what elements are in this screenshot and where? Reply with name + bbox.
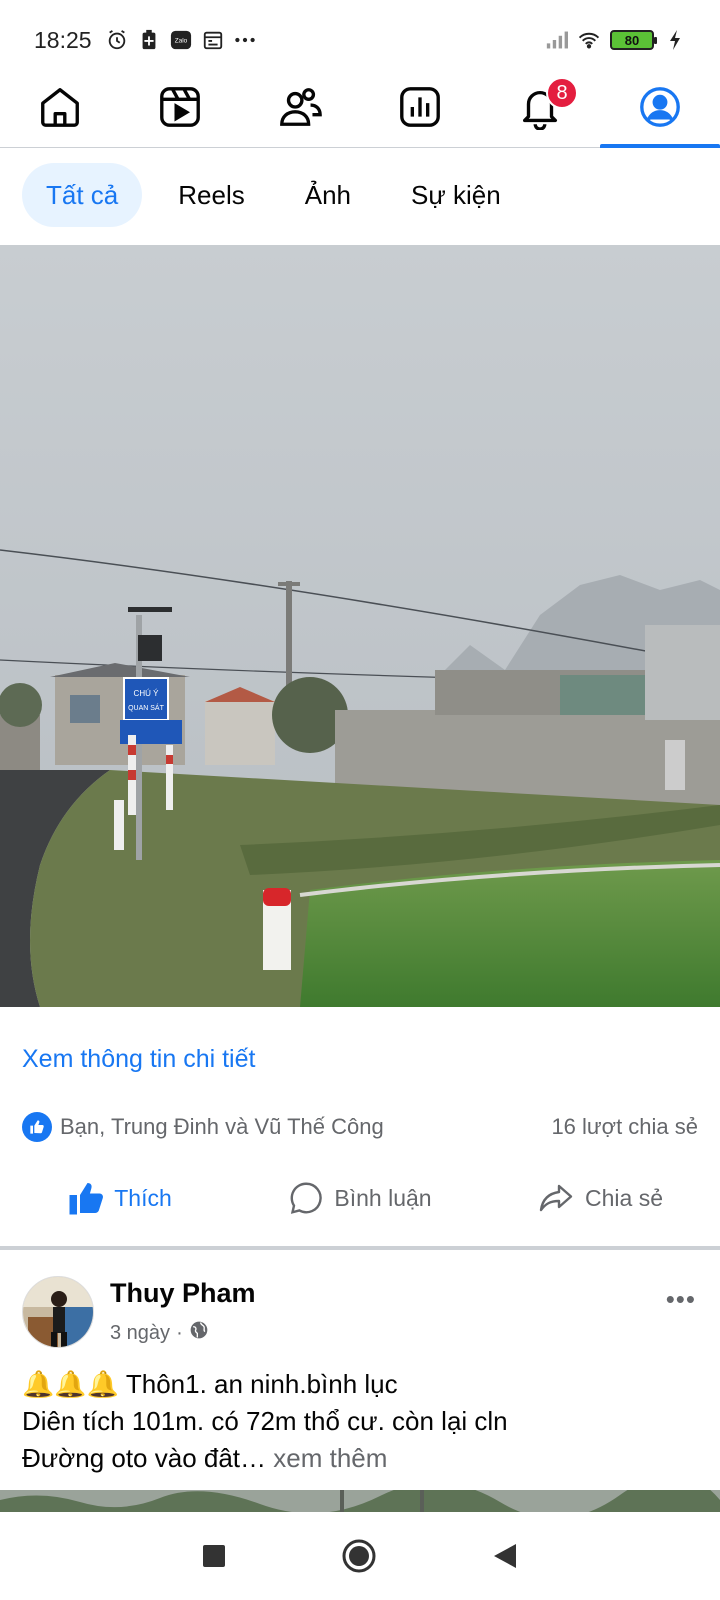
comment-label: Bình luận <box>334 1184 432 1211</box>
charging-icon <box>664 29 686 51</box>
battery-saver-icon <box>138 29 160 51</box>
friends-icon <box>280 88 322 126</box>
recents-button[interactable] <box>202 1544 226 1568</box>
sign-text-2: QUAN SÁT <box>128 703 165 712</box>
home-icon <box>41 88 79 127</box>
circle-home-icon <box>342 1539 376 1573</box>
reactions-text[interactable]: Bạn, Trung Đinh và Vũ Thế Công <box>60 1114 384 1140</box>
like-label: Thích <box>114 1184 172 1211</box>
home-button[interactable] <box>342 1539 376 1573</box>
dashboard-icon <box>400 87 440 127</box>
status-time: 18:25 <box>34 26 92 53</box>
thumbs-up-icon <box>69 1183 104 1215</box>
chip-photos[interactable]: Ảnh <box>281 163 375 227</box>
back-button[interactable] <box>492 1542 518 1570</box>
nav-home[interactable] <box>0 80 120 147</box>
square-icon <box>203 1545 225 1567</box>
comment-button[interactable]: Bình luận <box>240 1178 480 1246</box>
chip-all[interactable]: Tất cả <box>22 163 143 227</box>
post-actions: Thích Bình luận Chia sẻ <box>0 1178 720 1250</box>
globe-icon <box>189 1320 209 1346</box>
share-button[interactable]: Chia sẻ <box>480 1178 720 1246</box>
more-icon <box>234 29 256 51</box>
battery-indicator: 80 <box>610 30 657 50</box>
profile-icon <box>640 87 680 127</box>
nav-friends[interactable] <box>240 80 360 147</box>
post-photo[interactable]: CHÚ Ý QUAN SÁT <box>0 245 720 1007</box>
meta-separator: · <box>176 1321 183 1344</box>
wifi-icon <box>578 29 600 51</box>
post-meta: 3 ngày · <box>110 1320 209 1346</box>
nav-profile[interactable] <box>600 80 720 148</box>
nav-reels[interactable] <box>120 80 240 147</box>
shares-count[interactable]: 16 lượt chia sẻ <box>551 1114 698 1140</box>
avatar[interactable] <box>22 1276 94 1348</box>
signal-icon <box>546 29 568 51</box>
see-more-link[interactable]: xem thêm <box>273 1443 387 1473</box>
share-icon <box>539 1184 573 1212</box>
notification-badge: 8 <box>546 77 578 109</box>
back-triangle-icon <box>494 1544 516 1568</box>
like-reaction-icon <box>22 1112 52 1142</box>
post-text: 🔔🔔🔔 Thôn1. an ninh.bình lục Diên tích 10… <box>22 1366 698 1477</box>
svg-text:Zalo: Zalo <box>174 38 187 45</box>
like-button[interactable]: Thích <box>0 1178 240 1246</box>
top-nav: 8 <box>0 77 720 148</box>
post-time[interactable]: 3 ngày <box>110 1322 170 1345</box>
details-link[interactable]: Xem thông tin chi tiết <box>22 1045 255 1074</box>
share-label: Chia sẻ <box>585 1184 663 1211</box>
chip-events[interactable]: Sự kiện <box>387 163 525 227</box>
nav-notifications[interactable]: 8 <box>480 77 600 147</box>
zalo-icon: Zalo <box>170 29 192 51</box>
system-nav-bar <box>0 1512 720 1600</box>
comment-icon <box>291 1182 323 1214</box>
sign-text-1: CHÚ Ý <box>134 689 160 698</box>
post-author[interactable]: Thuy Pham <box>110 1278 256 1309</box>
nav-dashboard[interactable] <box>360 80 480 147</box>
post-text-line-2: Diên tích 101m. có 72m thổ cư. còn lại c… <box>22 1406 508 1436</box>
reactions-row: Bạn, Trung Đinh và Vũ Thế Công 16 lượt c… <box>22 1112 698 1142</box>
alarm-icon <box>106 29 128 51</box>
status-bar: 18:25 Zalo 80 <box>0 0 720 80</box>
post-text-line-1: 🔔🔔🔔 Thôn1. an ninh.bình lục <box>22 1369 398 1399</box>
post-text-line-3: Đường oto vào đât… <box>22 1443 267 1473</box>
calendar-icon <box>202 29 224 51</box>
more-options-icon[interactable]: ••• <box>666 1284 696 1315</box>
chip-reels[interactable]: Reels <box>154 163 268 227</box>
reels-icon <box>160 87 200 127</box>
filter-chips: Tất cả Reels Ảnh Sự kiện <box>22 163 525 227</box>
